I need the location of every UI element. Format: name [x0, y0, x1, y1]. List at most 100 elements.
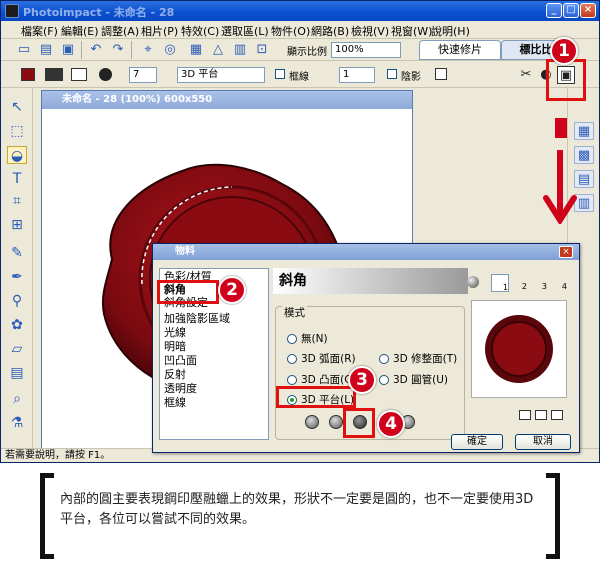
- tab-quick-fix[interactable]: 快速修片: [419, 40, 501, 60]
- transform-tool-icon[interactable]: ⊞: [7, 216, 27, 234]
- light-direction-2[interactable]: 2: [513, 274, 527, 292]
- scissors-icon[interactable]: ✂: [517, 66, 535, 84]
- preview-print-icon[interactable]: [519, 410, 531, 420]
- radio-3d-arc[interactable]: [287, 354, 297, 364]
- cursor-tool-icon[interactable]: ⌖: [139, 41, 157, 59]
- redo-icon[interactable]: ↷: [109, 41, 127, 59]
- attribute-toolbar: 7 3D 平台 框線 1 陰影 ✂ ◐ ▣: [1, 62, 599, 88]
- menu-object[interactable]: 物件(O): [271, 23, 310, 39]
- chart-icon[interactable]: ▥: [231, 41, 249, 59]
- brush-shape-button[interactable]: [99, 68, 112, 81]
- width-input[interactable]: 7: [129, 67, 157, 83]
- menu-effect[interactable]: 特效(C): [181, 23, 219, 39]
- text-tool-icon[interactable]: T: [7, 170, 27, 188]
- highlight-box-4: [343, 408, 375, 438]
- ok-button[interactable]: 確定: [451, 434, 503, 450]
- menu-window[interactable]: 視窗(W): [391, 23, 432, 39]
- radio-3d-convex[interactable]: [287, 375, 297, 385]
- frame-input[interactable]: 1: [339, 67, 375, 83]
- color-swatch[interactable]: [21, 68, 35, 81]
- step-badge-3: 3: [348, 366, 376, 394]
- gradient-tool-icon[interactable]: ▤: [7, 364, 27, 382]
- light-direction-1[interactable]: 1: [491, 274, 509, 292]
- app-icon: [5, 4, 19, 18]
- category-item[interactable]: 加強陰影區域: [164, 313, 230, 325]
- arrow-down-icon: [543, 150, 577, 224]
- shadow-options-button[interactable]: [435, 68, 447, 80]
- menu-file[interactable]: 檔案(F): [21, 23, 58, 39]
- stamp-tool-icon[interactable]: ⚲: [7, 292, 27, 310]
- category-item[interactable]: 凹凸面: [164, 355, 197, 367]
- preview-pane: [471, 300, 567, 398]
- crop-tool-icon[interactable]: ⌗: [7, 192, 27, 210]
- section-header: 斜角: [273, 268, 468, 294]
- category-item[interactable]: 光線: [164, 327, 186, 339]
- dialog-close-button[interactable]: ×: [559, 246, 573, 258]
- pick-tool-icon[interactable]: ↖: [7, 98, 27, 116]
- paint-bucket-icon[interactable]: ◒: [7, 146, 27, 164]
- menu-view[interactable]: 檢視(V): [351, 23, 389, 39]
- zoom-tool-icon[interactable]: ⌕: [7, 390, 27, 408]
- selection-tool-icon[interactable]: ⬚: [7, 122, 27, 140]
- menu-web[interactable]: 網路(B): [311, 23, 349, 39]
- caption-text: 內部的圓主要表現鋼印壓融蠟上的效果，形狀不一定要是圓的，也不一定要使用3D平台，…: [60, 492, 534, 527]
- shadow-checkbox[interactable]: [387, 69, 397, 79]
- menu-edit[interactable]: 編輯(E): [61, 23, 99, 39]
- layer-panel-icon[interactable]: ▦: [574, 122, 594, 140]
- mode-group-label: 模式: [282, 305, 307, 320]
- save-icon[interactable]: ▣: [59, 41, 77, 59]
- pen-tool-icon[interactable]: ✒: [7, 268, 27, 286]
- triangle-icon[interactable]: △: [209, 41, 227, 59]
- toolbar-divider: [81, 41, 82, 59]
- menu-photo[interactable]: 相片(P): [141, 23, 178, 39]
- menu-help[interactable]: 說明(H): [431, 23, 470, 39]
- bevel-preset-1[interactable]: [305, 415, 319, 429]
- zoom-select[interactable]: 100%: [331, 42, 401, 58]
- minimize-button[interactable]: _: [546, 3, 562, 18]
- category-item[interactable]: 反射: [164, 369, 186, 381]
- standard-toolbar: ▭ ▤ ▣ ↶ ↷ ⌖ ◎ ▦ △ ▥ ⊡ 顯示比例 100% 快速修片 標比比: [1, 39, 599, 61]
- shape-button[interactable]: [71, 68, 87, 81]
- menu-adjust[interactable]: 調整(A): [101, 23, 139, 39]
- window-title: Photoimpact - 未命名 - 28: [23, 6, 175, 19]
- zoom-label: 顯示比例: [287, 47, 327, 58]
- preview-save-icon[interactable]: [535, 410, 547, 420]
- category-item[interactable]: 明暗: [164, 341, 186, 353]
- step-badge-1: 1: [550, 37, 578, 65]
- close-button[interactable]: ×: [580, 3, 596, 18]
- right-bracket: [546, 473, 560, 559]
- mode-select[interactable]: 3D 平台: [177, 67, 265, 83]
- preview-seal-image: [485, 315, 553, 383]
- document-icon[interactable]: ▦: [187, 41, 205, 59]
- crop-icon[interactable]: ⊡: [253, 41, 271, 59]
- toolbar-divider: [131, 41, 132, 59]
- menu-bar: 檔案(F) 編輯(E) 調整(A) 相片(P) 特效(C) 選取區(L) 物件(…: [1, 21, 599, 39]
- category-item[interactable]: 透明度: [164, 383, 197, 395]
- new-file-icon[interactable]: ▭: [15, 41, 33, 59]
- eraser-tool-icon[interactable]: ▱: [7, 340, 27, 358]
- brush-tool-icon[interactable]: ✎: [7, 244, 27, 262]
- category-item[interactable]: 框線: [164, 397, 186, 409]
- maximize-button[interactable]: □: [563, 3, 579, 18]
- eyedropper-tool-icon[interactable]: ⚗: [7, 414, 27, 432]
- undo-icon[interactable]: ↶: [87, 41, 105, 59]
- cancel-button[interactable]: 取消: [515, 434, 571, 450]
- light-direction-3[interactable]: 3: [533, 274, 547, 292]
- radio-none[interactable]: [287, 334, 297, 344]
- fill-mode-button[interactable]: [45, 68, 63, 81]
- radio-3d-trim[interactable]: [379, 354, 389, 364]
- clone-tool-icon[interactable]: ✿: [7, 316, 27, 334]
- open-file-icon[interactable]: ▤: [37, 41, 55, 59]
- radio-3d-pipe[interactable]: [379, 375, 389, 385]
- preview-zoom-icon[interactable]: [551, 410, 563, 420]
- camera-icon[interactable]: ◎: [161, 41, 179, 59]
- title-bar: Photoimpact - 未命名 - 28 _ □ ×: [1, 1, 599, 21]
- bevel-preset-2[interactable]: [329, 415, 343, 429]
- radio-none-label: 無(N): [301, 333, 328, 345]
- frame-checkbox[interactable]: [275, 69, 285, 79]
- light-direction-4[interactable]: 4: [553, 274, 567, 292]
- menu-selection[interactable]: 選取區(L): [221, 23, 269, 39]
- frame-label: 框線: [289, 72, 309, 83]
- tool-panel: ↖ ⬚ ◒ T ⌗ ⊞ ✎ ✒ ⚲ ✿ ▱ ▤ ⌕ ⚗: [1, 88, 33, 448]
- arrow-dash: [555, 118, 567, 138]
